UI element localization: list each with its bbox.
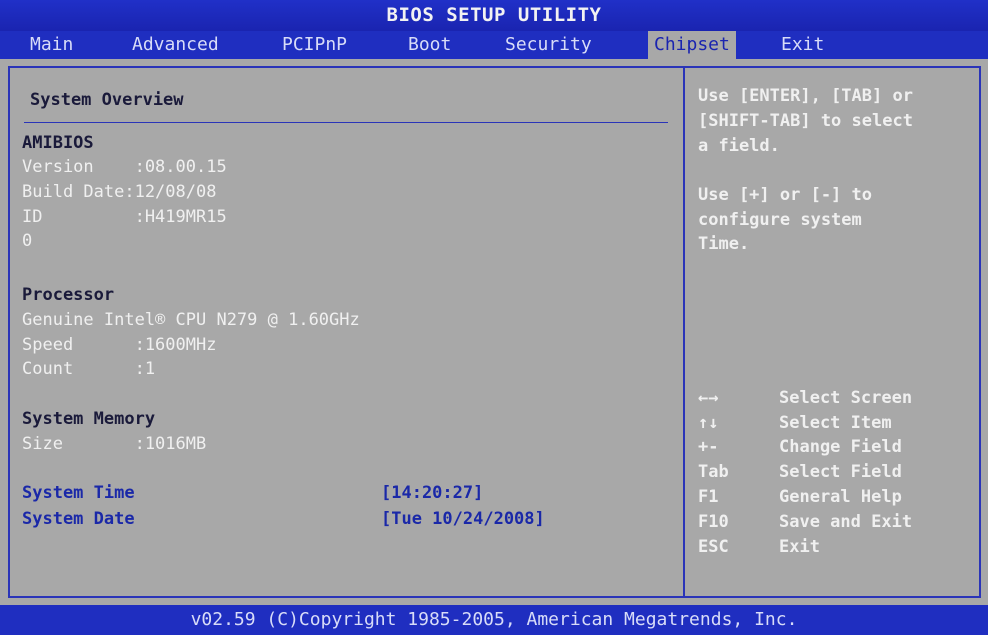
processor-name: Genuine Intel® CPU N279 @ 1.60GHz xyxy=(22,310,360,330)
window-title: BIOS SETUP UTILITY xyxy=(0,0,988,31)
key-f10-desc: Save and Exit xyxy=(779,512,913,532)
tab-main[interactable]: Main xyxy=(24,31,79,59)
tab-pcipnp[interactable]: PCIPnP xyxy=(276,31,353,59)
memory-heading: System Memory xyxy=(22,409,156,429)
help-line-6: Time. xyxy=(698,234,750,254)
help-line-2: [SHIFT-TAB] to select xyxy=(698,111,913,131)
tab-exit[interactable]: Exit xyxy=(775,31,830,59)
key-f10: F10 xyxy=(698,512,729,532)
help-line-5: configure system xyxy=(698,210,862,230)
key-esc: ESC xyxy=(698,537,729,557)
system-time-value[interactable]: [14:20:27] xyxy=(381,483,483,503)
key-tab-desc: Select Field xyxy=(779,462,902,482)
bios-extra: 0 xyxy=(22,231,33,251)
system-date-value[interactable]: [Tue 10/24/2008] xyxy=(381,509,545,529)
key-f1: F1 xyxy=(698,487,719,507)
amibios-heading: AMIBIOS xyxy=(22,133,94,153)
help-line-1: Use [ENTER], [TAB] or xyxy=(698,86,913,106)
key-arrows-lr: ←→ xyxy=(698,388,719,408)
key-arrows-ud: ↑↓ xyxy=(698,413,719,433)
section-rule xyxy=(24,122,668,123)
key-plus-minus-desc: Change Field xyxy=(779,437,902,457)
bios-id: ID :H419MR15 xyxy=(22,207,227,227)
panel-divider xyxy=(683,66,685,598)
tab-chipset[interactable]: Chipset xyxy=(648,31,736,59)
key-tab: Tab xyxy=(698,462,729,482)
tab-security[interactable]: Security xyxy=(499,31,598,59)
processor-heading: Processor xyxy=(22,285,115,305)
key-arrows-ud-desc: Select Item xyxy=(779,413,892,433)
processor-count: Count :1 xyxy=(22,359,156,379)
key-arrows-lr-desc: Select Screen xyxy=(779,388,913,408)
copyright-footer: v02.59 (C)Copyright 1985-2005, American … xyxy=(0,605,988,635)
section-title: System Overview xyxy=(30,90,184,110)
system-date-label: System Date xyxy=(22,509,135,529)
key-esc-desc: Exit xyxy=(779,537,820,557)
menu-bar: Main Advanced PCIPnP Boot Security Chips… xyxy=(0,31,988,59)
key-plus-minus: +- xyxy=(698,437,719,457)
memory-size: Size :1016MB xyxy=(22,434,207,454)
processor-speed: Speed :1600MHz xyxy=(22,335,217,355)
tab-boot[interactable]: Boot xyxy=(402,31,457,59)
help-line-3: a field. xyxy=(698,136,780,156)
system-time-label: System Time xyxy=(22,483,135,503)
bios-build-date: Build Date:12/08/08 xyxy=(22,182,217,202)
help-line-4: Use [+] or [-] to xyxy=(698,185,872,205)
tab-advanced[interactable]: Advanced xyxy=(126,31,225,59)
key-f1-desc: General Help xyxy=(779,487,902,507)
bios-version: Version :08.00.15 xyxy=(22,157,227,177)
